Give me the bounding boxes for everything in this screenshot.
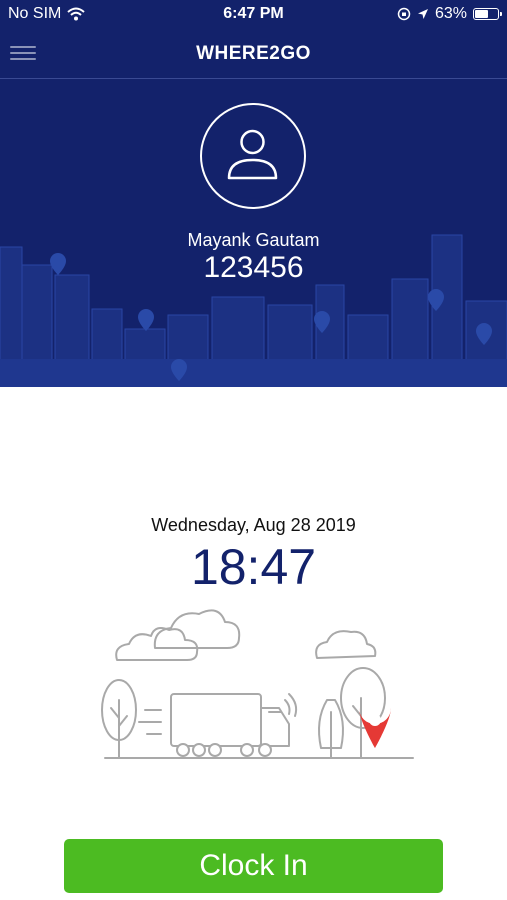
status-bar: No SIM 6:47 PM 63%	[0, 0, 507, 30]
cloud-right-icon	[315, 630, 377, 659]
clock-in-button[interactable]: Clock In	[64, 839, 443, 893]
battery-icon	[473, 8, 502, 20]
battery-percent: 63%	[434, 5, 467, 22]
battery-fill	[475, 10, 488, 18]
user-id: 123456	[203, 251, 304, 284]
cloud-left-icon	[115, 627, 199, 661]
profile-header: Mayank Gautam 123456	[0, 79, 507, 387]
avatar[interactable]	[200, 103, 306, 209]
truck-icon	[138, 693, 298, 757]
user-name: Mayank Gautam	[187, 230, 320, 250]
current-time: 18:47	[190, 539, 317, 595]
tree-left-icon	[101, 679, 137, 759]
user-icon	[227, 129, 278, 180]
cloud-center-icon	[153, 609, 241, 649]
status-right: 63%	[397, 5, 502, 23]
nav-bar: WHERE2GO	[0, 30, 507, 79]
location-arrow-icon	[417, 9, 428, 19]
app-title: WHERE2GO	[196, 43, 311, 64]
rotation-lock-icon	[397, 7, 411, 21]
current-date: Wednesday, Aug 28 2019	[151, 515, 356, 535]
delivery-truck-illustration	[101, 609, 414, 759]
